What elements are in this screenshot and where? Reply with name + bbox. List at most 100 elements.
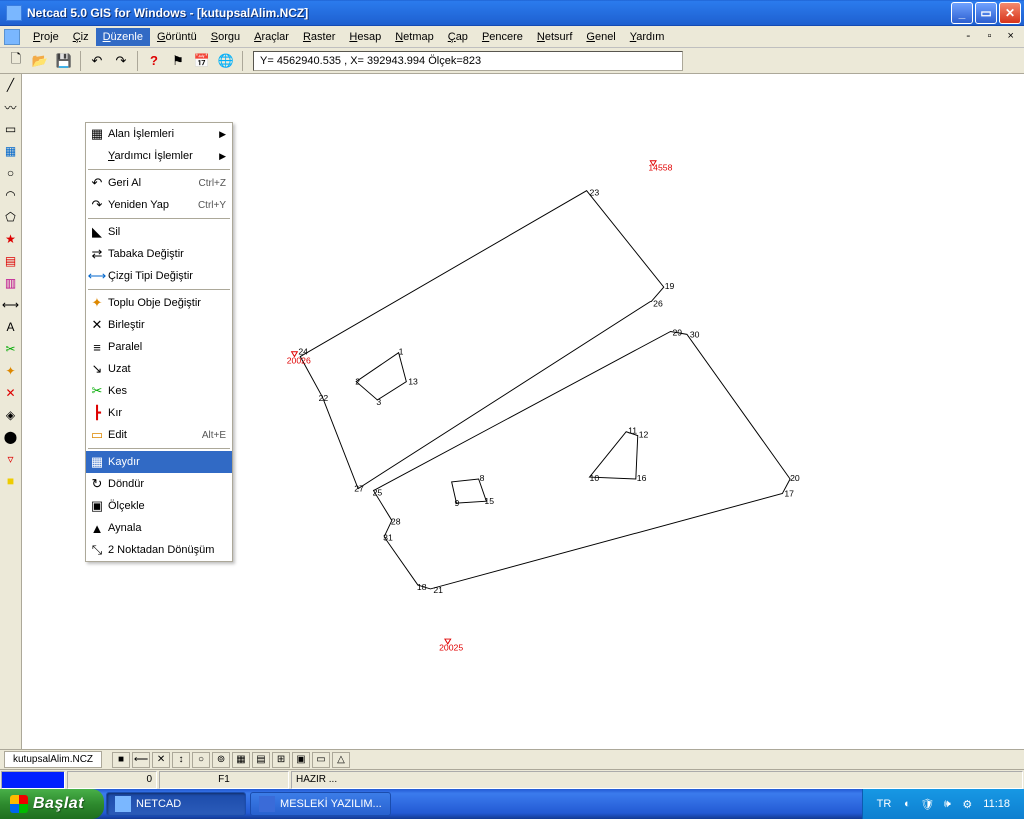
menu-item[interactable]: ▦Kaydır bbox=[86, 451, 232, 473]
tray-icon[interactable]: 🕪 bbox=[939, 796, 955, 812]
menu-item-icon: ↶ bbox=[86, 172, 108, 194]
menu-sorgu[interactable]: Sorgu bbox=[204, 28, 247, 46]
tray-icon[interactable]: 🛡 bbox=[919, 796, 935, 812]
menu-görüntü[interactable]: Görüntü bbox=[150, 28, 204, 46]
menu-item[interactable]: ⟷Çizgi Tipi Değiştir bbox=[86, 265, 232, 287]
menu-genel[interactable]: Genel bbox=[579, 28, 622, 46]
menu-çap[interactable]: Çap bbox=[441, 28, 475, 46]
maximize-button[interactable]: ▭ bbox=[975, 2, 997, 24]
star2-icon[interactable]: ✦ bbox=[1, 361, 21, 381]
cut-icon[interactable]: ✂ bbox=[1, 339, 21, 359]
tb-btn[interactable]: ■ bbox=[112, 752, 130, 768]
polyline-icon[interactable]: 〰 bbox=[1, 97, 21, 117]
menu-item-icon: ↷ bbox=[86, 194, 108, 216]
system-tray[interactable]: TR ◐ 🛡 🕪 ⚙ 11:18 bbox=[862, 789, 1024, 819]
menu-hesap[interactable]: Hesap bbox=[342, 28, 388, 46]
open-icon[interactable]: 📂 bbox=[29, 50, 51, 72]
hatch1-icon[interactable]: ▤ bbox=[1, 251, 21, 271]
menu-araçlar[interactable]: Araçlar bbox=[247, 28, 296, 46]
undo-icon[interactable]: ↶ bbox=[86, 50, 108, 72]
taskbar-button-word[interactable]: MESLEKİ YAZILIM... bbox=[250, 792, 391, 816]
circle-icon[interactable]: ○ bbox=[1, 163, 21, 183]
world-icon[interactable]: 🌐 bbox=[215, 50, 237, 72]
poly-icon[interactable]: ⬠ bbox=[1, 207, 21, 227]
menu-item-icon: ↘ bbox=[86, 358, 108, 380]
menu-pencere[interactable]: Pencere bbox=[475, 28, 530, 46]
menu-raster[interactable]: Raster bbox=[296, 28, 342, 46]
menu-item[interactable]: Yardımcı İşlemler▶ bbox=[86, 145, 232, 167]
menu-netmap[interactable]: Netmap bbox=[388, 28, 441, 46]
new-icon[interactable]: 🗋 bbox=[5, 50, 27, 72]
close-button[interactable]: ✕ bbox=[999, 2, 1021, 24]
star-icon[interactable]: ★ bbox=[1, 229, 21, 249]
menu-item[interactable]: ↻Döndür bbox=[86, 473, 232, 495]
m1-icon[interactable]: ◈ bbox=[1, 405, 21, 425]
tb-btn[interactable]: ○ bbox=[192, 752, 210, 768]
block-icon[interactable]: ▦ bbox=[1, 141, 21, 161]
tb-btn[interactable]: ▦ bbox=[232, 752, 250, 768]
menu-item[interactable]: ✕Birleştir bbox=[86, 314, 232, 336]
menu-item[interactable]: ⤡2 Noktadan Dönüşüm bbox=[86, 539, 232, 561]
menu-item[interactable]: ≡Paralel bbox=[86, 336, 232, 358]
menu-item[interactable]: ✂Kes bbox=[86, 380, 232, 402]
tb-btn[interactable]: △ bbox=[332, 752, 350, 768]
redo-icon[interactable]: ↷ bbox=[110, 50, 132, 72]
menu-item-icon bbox=[86, 145, 108, 167]
taskbar: Başlat NETCAD MESLEKİ YAZILIM... TR ◐ 🛡 … bbox=[0, 789, 1024, 819]
menu-item[interactable]: ↘Uzat bbox=[86, 358, 232, 380]
tb-btn[interactable]: ▤ bbox=[252, 752, 270, 768]
calendar-icon[interactable]: 📅 bbox=[191, 50, 213, 72]
y-icon[interactable]: ■ bbox=[1, 471, 21, 491]
cross-icon[interactable]: ✕ bbox=[1, 383, 21, 403]
menu-item[interactable]: ✦Toplu Obje Değiştir bbox=[86, 292, 232, 314]
taskbar-button-netcad[interactable]: NETCAD bbox=[106, 792, 246, 816]
menu-item[interactable]: ▣Ölçekle bbox=[86, 495, 232, 517]
help-icon[interactable]: ? bbox=[143, 50, 165, 72]
tb-btn[interactable]: ⟵ bbox=[132, 752, 150, 768]
menu-item-icon: ⟷ bbox=[86, 265, 108, 287]
menu-item[interactable]: ▦Alan İşlemleri▶ bbox=[86, 123, 232, 145]
menu-proje[interactable]: Proje bbox=[26, 28, 66, 46]
tb-btn[interactable]: ⊚ bbox=[212, 752, 230, 768]
line-icon[interactable]: ╱ bbox=[1, 75, 21, 95]
hatch2-icon[interactable]: ▥ bbox=[1, 273, 21, 293]
tb-btn[interactable]: ⊞ bbox=[272, 752, 290, 768]
tray-icon[interactable]: ⚙ bbox=[959, 796, 975, 812]
flag-icon[interactable]: ⚑ bbox=[167, 50, 189, 72]
rect-icon[interactable]: ▭ bbox=[1, 119, 21, 139]
save-icon[interactable]: 💾 bbox=[53, 50, 75, 72]
mdi-controls[interactable]: - ▫ × bbox=[965, 31, 1018, 43]
tb-btn[interactable]: ▣ bbox=[292, 752, 310, 768]
text-icon[interactable]: A bbox=[1, 317, 21, 337]
minimize-button[interactable]: _ bbox=[951, 2, 973, 24]
menu-item[interactable]: ▲Aynala bbox=[86, 517, 232, 539]
document-tab[interactable]: kutupsalAlim.NCZ bbox=[4, 751, 102, 768]
menu-netsurf[interactable]: Netsurf bbox=[530, 28, 579, 46]
tray-icon[interactable]: ◐ bbox=[899, 796, 915, 812]
menubar: ProjeÇizDüzenleGörüntüSorguAraçlarRaster… bbox=[0, 26, 1024, 48]
menu-item[interactable]: ↷Yeniden YapCtrl+Y bbox=[86, 194, 232, 216]
language-indicator[interactable]: TR bbox=[877, 798, 892, 810]
tr-icon[interactable]: ▿ bbox=[1, 449, 21, 469]
menu-çiz[interactable]: Çiz bbox=[66, 28, 96, 46]
menu-item[interactable]: ⇄Tabaka Değiştir bbox=[86, 243, 232, 265]
menu-item[interactable]: ▭EditAlt+E bbox=[86, 424, 232, 446]
dim-icon[interactable]: ⟷ bbox=[1, 295, 21, 315]
status-fkey: F1 bbox=[159, 771, 289, 789]
menu-düzenle[interactable]: Düzenle bbox=[96, 28, 150, 46]
menu-item-icon: ✕ bbox=[86, 314, 108, 336]
menu-yardım[interactable]: Yardım bbox=[623, 28, 672, 46]
tb-btn[interactable]: ✕ bbox=[152, 752, 170, 768]
tb-btn[interactable]: ↕ bbox=[172, 752, 190, 768]
status-color[interactable] bbox=[1, 771, 65, 789]
menu-item[interactable]: ◣Sil bbox=[86, 221, 232, 243]
menu-item[interactable]: ↶Geri AlCtrl+Z bbox=[86, 172, 232, 194]
menu-item-shortcut: Alt+E bbox=[202, 430, 226, 441]
start-button[interactable]: Başlat bbox=[0, 789, 104, 819]
menu-item-label: Kır bbox=[108, 407, 226, 419]
menu-item[interactable]: ┣Kır bbox=[86, 402, 232, 424]
tb-btn[interactable]: ▭ bbox=[312, 752, 330, 768]
svg-text:29: 29 bbox=[672, 327, 682, 337]
disk-icon[interactable]: ⬤ bbox=[1, 427, 21, 447]
arc-icon[interactable]: ◠ bbox=[1, 185, 21, 205]
